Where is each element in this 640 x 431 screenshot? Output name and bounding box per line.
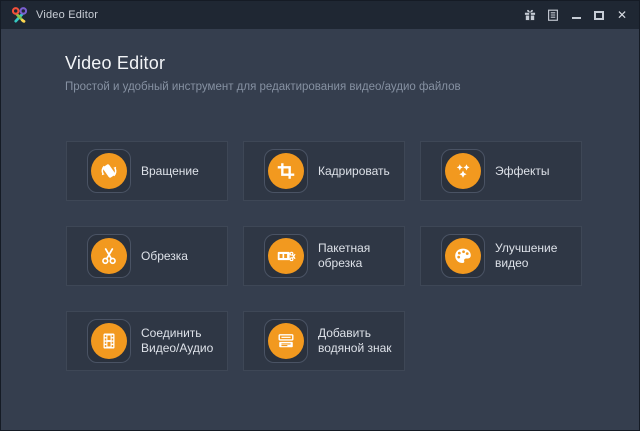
watermark-icon (268, 323, 304, 359)
crop-icon (268, 153, 304, 189)
page-header: Video Editor Простой и удобный инструмен… (65, 53, 461, 93)
titlebar-actions: ✕ (523, 7, 629, 23)
tool-label: Вращение (141, 164, 227, 179)
tool-button-join[interactable]: Соединить Видео/Аудио (66, 311, 228, 371)
tool-button-effects[interactable]: Эффекты (420, 141, 582, 201)
page-title: Video Editor (65, 53, 461, 74)
titlebar: Video Editor (1, 1, 639, 29)
page-subtitle: Простой и удобный инструмент для редакти… (65, 81, 461, 93)
main-content: Video Editor Простой и удобный инструмен… (1, 29, 639, 430)
tool-label: Добавить водяной знак (318, 326, 404, 356)
tool-button-enhance[interactable]: Улучшение видео (420, 226, 582, 286)
tool-button-trim[interactable]: Обрезка (66, 226, 228, 286)
tool-label: Обрезка (141, 249, 227, 264)
scissors-icon (91, 238, 127, 274)
tool-label: Эффекты (495, 164, 581, 179)
batch-trim-icon (268, 238, 304, 274)
tool-button-batch-trim[interactable]: Пакетная обрезка (243, 226, 405, 286)
tool-button-rotate[interactable]: Вращение (66, 141, 228, 201)
tool-label: Пакетная обрезка (318, 241, 404, 271)
filmstrip-icon (91, 323, 127, 359)
minimize-button[interactable] (569, 7, 583, 23)
tool-label: Соединить Видео/Аудио (141, 326, 227, 356)
rotate-icon (91, 153, 127, 189)
close-button[interactable]: ✕ (615, 7, 629, 23)
palette-icon (445, 238, 481, 274)
effects-stars-icon (445, 153, 481, 189)
changelog-menu-icon[interactable] (546, 7, 560, 23)
tool-label: Кадрировать (318, 164, 404, 179)
app-window: Video Editor (0, 0, 640, 431)
tool-button-crop[interactable]: Кадрировать (243, 141, 405, 201)
tool-grid: Вращение Кадрировать (66, 141, 582, 371)
tool-label: Улучшение видео (495, 241, 581, 271)
maximize-button[interactable] (592, 7, 606, 23)
gift-icon[interactable] (523, 7, 537, 23)
tool-button-watermark[interactable]: Добавить водяной знак (243, 311, 405, 371)
app-logo-icon (10, 6, 29, 25)
window-title: Video Editor (36, 9, 98, 21)
